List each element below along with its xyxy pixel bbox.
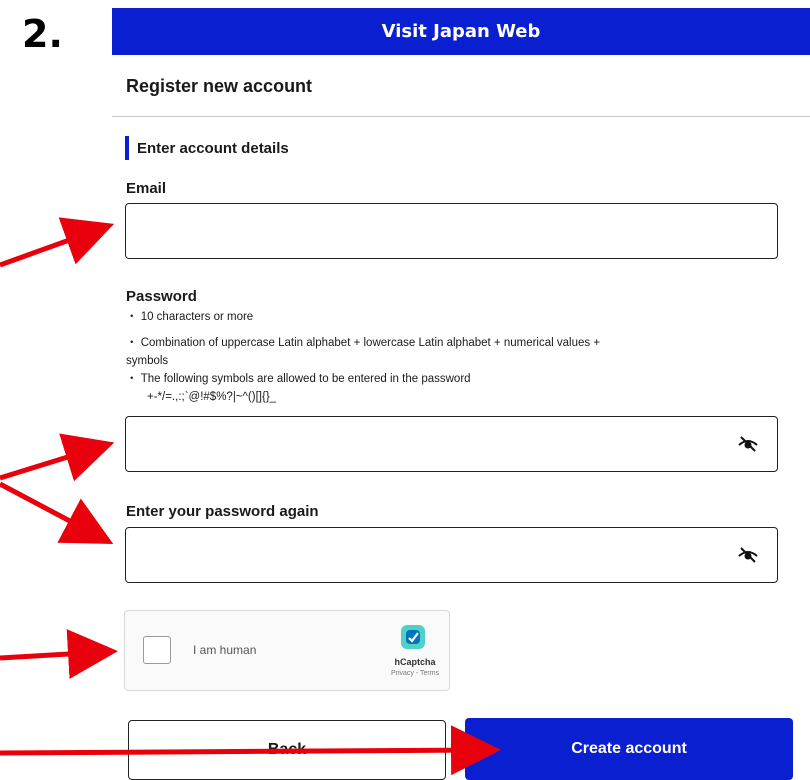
create-account-button[interactable]: Create account [465,718,793,780]
create-account-label: Create account [571,740,687,757]
password-field[interactable] [125,416,778,472]
app-title: Visit Japan Web [381,21,541,42]
arrow-to-password [0,433,115,482]
password-label: Password [126,288,197,305]
eye-slash-icon[interactable] [737,435,759,453]
title-divider [112,116,810,117]
page-title: Register new account [126,76,313,96]
arrow-to-password-confirm [0,481,114,545]
section-accent-bar [125,136,129,160]
app-header: Visit Japan Web [112,8,810,55]
back-button-label: Back [267,741,307,758]
password-hint-combination-cont: symbols [126,355,169,367]
section-heading-text: Enter account details [137,139,289,157]
password-hint-combination: ・ Combination of uppercase Latin alphabe… [126,337,601,349]
section-heading: Enter account details [125,136,289,160]
eye-slash-icon[interactable] [737,546,759,564]
password-confirm-field[interactable] [125,527,778,583]
captcha-brand: hCaptcha [394,657,436,667]
email-label: Email [126,180,167,197]
captcha-checkbox[interactable] [143,636,171,664]
back-button[interactable]: Back [128,720,446,780]
hcaptcha-logo-icon [401,625,425,649]
email-field[interactable] [125,203,778,259]
password-hint-length: ・ 10 characters or more [126,311,254,323]
password-confirm-label: Enter your password again [126,503,319,520]
password-hint-symbols: ・ The following symbols are allowed to b… [126,373,471,385]
captcha-label: I am human [193,643,257,657]
step-number: 2. [22,12,63,56]
password-allowed-symbols: +-*/=.,:;`@!#$%?|~^()[]{}_ [147,391,277,403]
captcha-privacy-terms[interactable]: Privacy - Terms [380,670,450,677]
captcha-widget: I am human hCaptcha Privacy - Terms [124,610,450,691]
arrow-to-captcha [0,629,118,679]
arrow-to-email [0,217,115,268]
